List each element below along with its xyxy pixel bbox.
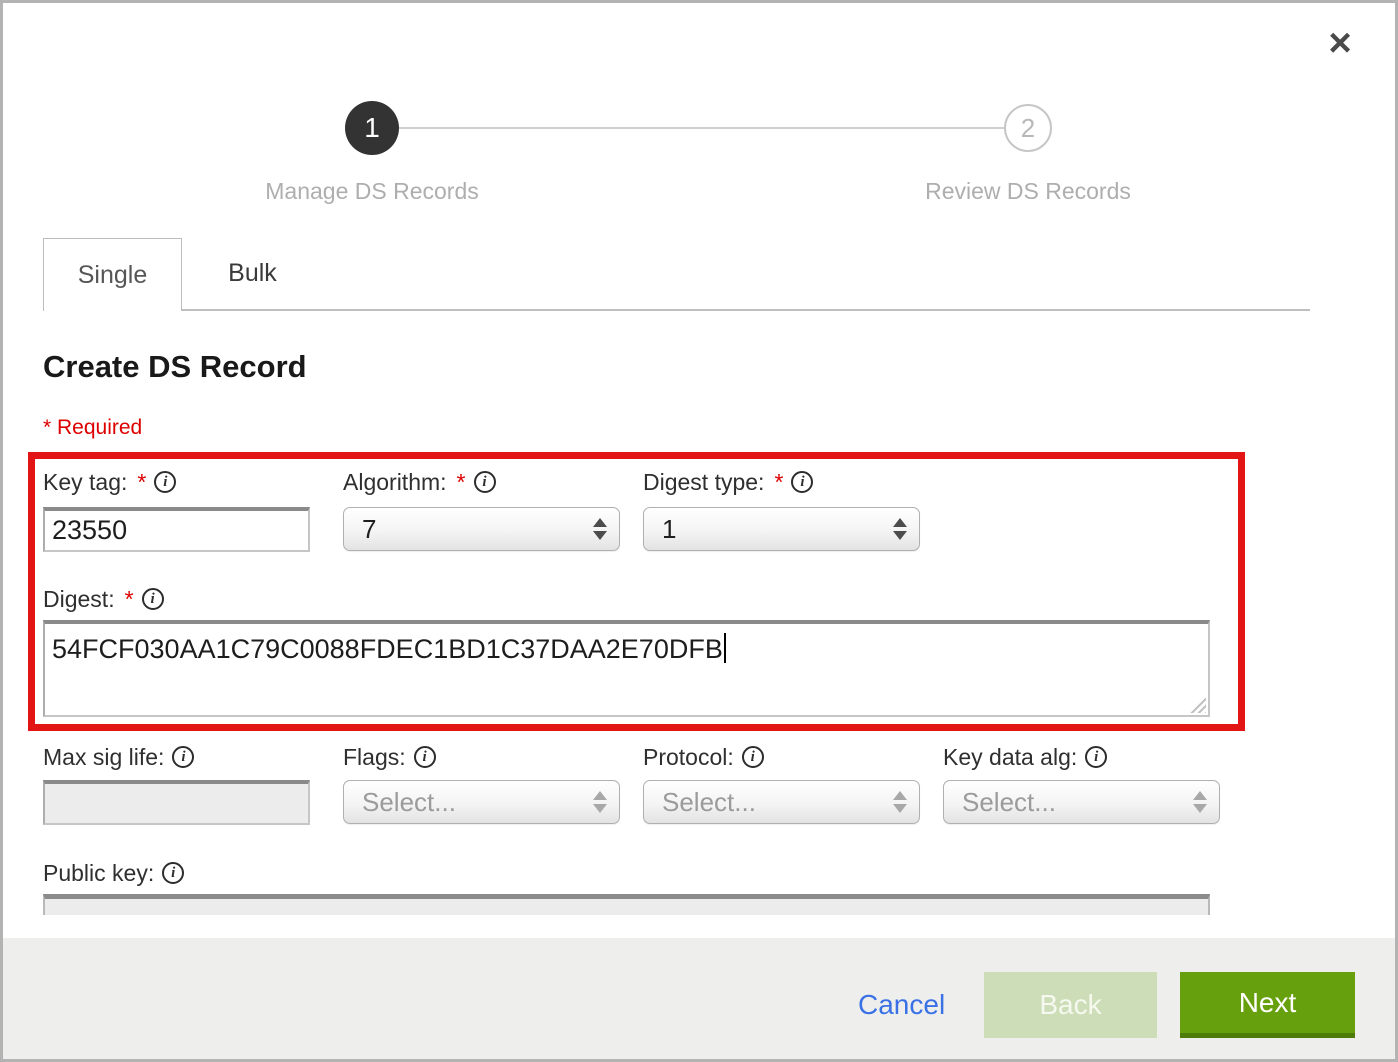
stepper-step-2-label: Review DS Records: [828, 178, 1228, 205]
protocol-label-text: Protocol:: [643, 744, 734, 771]
key-tag-label-text: Key tag:: [43, 469, 127, 496]
info-icon[interactable]: i: [154, 471, 176, 493]
next-button[interactable]: Next: [1180, 972, 1355, 1038]
info-icon-glyph: i: [181, 749, 185, 766]
tabs-underline: [182, 309, 1310, 311]
public-key-label-text: Public key:: [43, 860, 154, 887]
key-data-alg-label-text: Key data alg:: [943, 744, 1077, 771]
select-stepper-arrows-icon: [893, 791, 907, 813]
info-icon[interactable]: i: [142, 588, 164, 610]
stepper-step-1-label: Manage DS Records: [172, 178, 572, 205]
required-asterisk: *: [137, 469, 146, 496]
select-stepper-arrows-icon: [593, 791, 607, 813]
public-key-textarea[interactable]: [43, 894, 1210, 915]
key-tag-input[interactable]: [43, 507, 310, 552]
flags-select[interactable]: Select...: [343, 780, 620, 824]
flags-label: Flags: i: [343, 742, 436, 772]
digest-type-select[interactable]: 1: [643, 507, 920, 551]
required-asterisk: *: [774, 469, 783, 496]
digest-value: 54FCF030AA1C79C0088FDEC1BD1C37DAA2E70DFB: [52, 634, 723, 664]
required-asterisk: *: [125, 586, 134, 613]
protocol-select-value: Select...: [662, 787, 756, 818]
modal-footer: Cancel Back Next: [3, 938, 1395, 1059]
select-stepper-arrows-icon: [593, 518, 607, 540]
text-cursor: [724, 633, 726, 663]
create-ds-record-modal: × 1 2 Manage DS Records Review DS Record…: [0, 0, 1398, 1062]
tab-single[interactable]: Single: [43, 238, 182, 311]
cancel-button[interactable]: Cancel: [848, 972, 955, 1038]
info-icon-glyph: i: [482, 474, 486, 491]
close-icon[interactable]: ×: [1318, 21, 1362, 65]
info-icon-glyph: i: [163, 474, 167, 491]
info-icon-glyph: i: [800, 474, 804, 491]
back-button: Back: [984, 972, 1157, 1038]
page-title: Create DS Record: [43, 349, 307, 385]
key-data-alg-select-value: Select...: [962, 787, 1056, 818]
digest-type-label: Digest type: * i: [643, 467, 813, 497]
info-icon-glyph: i: [150, 591, 154, 608]
info-icon[interactable]: i: [791, 471, 813, 493]
flags-label-text: Flags:: [343, 744, 406, 771]
info-icon-glyph: i: [751, 749, 755, 766]
digest-type-select-value: 1: [662, 514, 676, 545]
max-sig-life-label: Max sig life: i: [43, 742, 194, 772]
info-icon[interactable]: i: [162, 862, 184, 884]
protocol-select[interactable]: Select...: [643, 780, 920, 824]
algorithm-label-text: Algorithm:: [343, 469, 447, 496]
digest-type-label-text: Digest type:: [643, 469, 764, 496]
info-icon-glyph: i: [1094, 749, 1098, 766]
info-icon[interactable]: i: [414, 746, 436, 768]
digest-label-text: Digest:: [43, 586, 115, 613]
info-icon-glyph: i: [171, 865, 175, 882]
info-icon[interactable]: i: [474, 471, 496, 493]
info-icon[interactable]: i: [1085, 746, 1107, 768]
algorithm-select-value: 7: [362, 514, 376, 545]
key-data-alg-label: Key data alg: i: [943, 742, 1107, 772]
stepper-step-1-circle: 1: [345, 101, 399, 155]
required-note: * Required: [43, 416, 142, 440]
digest-label: Digest: * i: [43, 584, 164, 614]
max-sig-life-input: [43, 780, 310, 825]
flags-select-value: Select...: [362, 787, 456, 818]
required-asterisk: *: [457, 469, 466, 496]
algorithm-select[interactable]: 7: [343, 507, 620, 551]
public-key-label: Public key: i: [43, 858, 184, 888]
digest-textarea[interactable]: 54FCF030AA1C79C0088FDEC1BD1C37DAA2E70DFB: [43, 620, 1210, 717]
select-stepper-arrows-icon: [1193, 791, 1207, 813]
stepper-step-2-circle: 2: [1004, 104, 1052, 152]
algorithm-label: Algorithm: * i: [343, 467, 496, 497]
info-icon[interactable]: i: [172, 746, 194, 768]
max-sig-life-label-text: Max sig life:: [43, 744, 164, 771]
info-icon[interactable]: i: [742, 746, 764, 768]
protocol-label: Protocol: i: [643, 742, 764, 772]
key-tag-label: Key tag: * i: [43, 467, 176, 497]
tab-bulk[interactable]: Bulk: [182, 238, 323, 309]
key-data-alg-select[interactable]: Select...: [943, 780, 1220, 824]
stepper-connector-line: [399, 127, 1005, 129]
resize-handle-icon[interactable]: [1189, 696, 1206, 713]
info-icon-glyph: i: [423, 749, 427, 766]
select-stepper-arrows-icon: [893, 518, 907, 540]
